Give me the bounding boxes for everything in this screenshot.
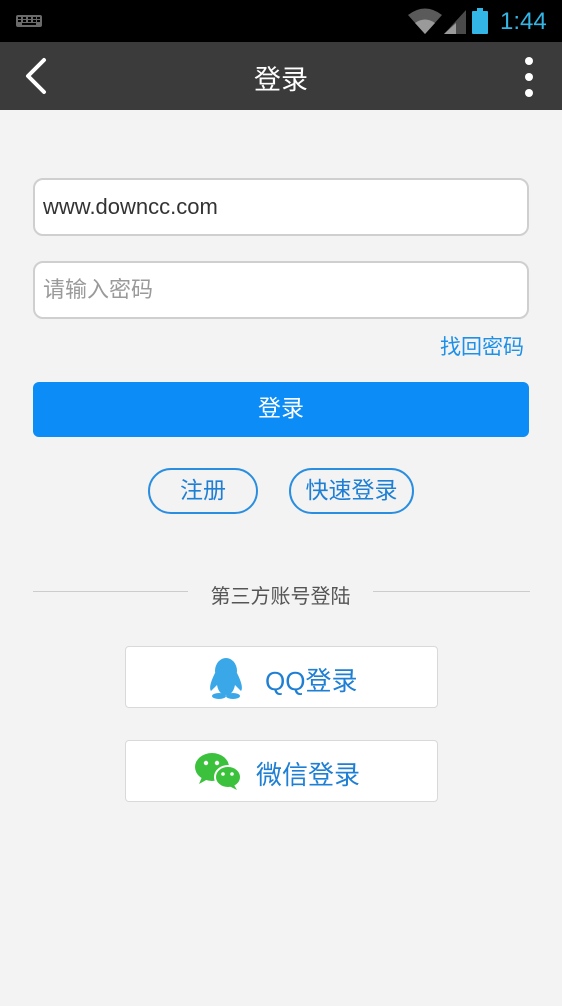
page-title: 登录 [254, 65, 308, 96]
third-party-heading: 第三方账号登陆 [210, 584, 351, 608]
wechat-login-label: 微信登录 [256, 760, 361, 790]
battery-icon [472, 8, 488, 34]
divider-left [33, 591, 188, 592]
status-bar: 1:44 [0, 0, 562, 42]
login-button[interactable]: 登录 [33, 382, 529, 437]
qq-icon [210, 658, 242, 699]
signal-icon [444, 10, 466, 34]
keyboard-icon [16, 15, 42, 27]
qq-login-button[interactable]: QQ登录 [125, 646, 438, 708]
divider-right [373, 591, 530, 592]
wifi-icon [408, 8, 442, 34]
username-field[interactable] [33, 178, 529, 236]
status-time: 1:44 [500, 8, 547, 35]
more-icon[interactable] [514, 54, 544, 100]
forgot-password-link[interactable]: 找回密码 [420, 331, 524, 361]
password-field[interactable] [33, 261, 529, 319]
wechat-login-button[interactable]: 微信登录 [125, 740, 438, 802]
wechat-icon [195, 753, 242, 790]
qq-login-label: QQ登录 [265, 666, 358, 696]
title-bar: 登录 [0, 42, 562, 110]
register-button[interactable]: 注册 [148, 468, 258, 514]
quick-login-button[interactable]: 快速登录 [289, 468, 414, 514]
